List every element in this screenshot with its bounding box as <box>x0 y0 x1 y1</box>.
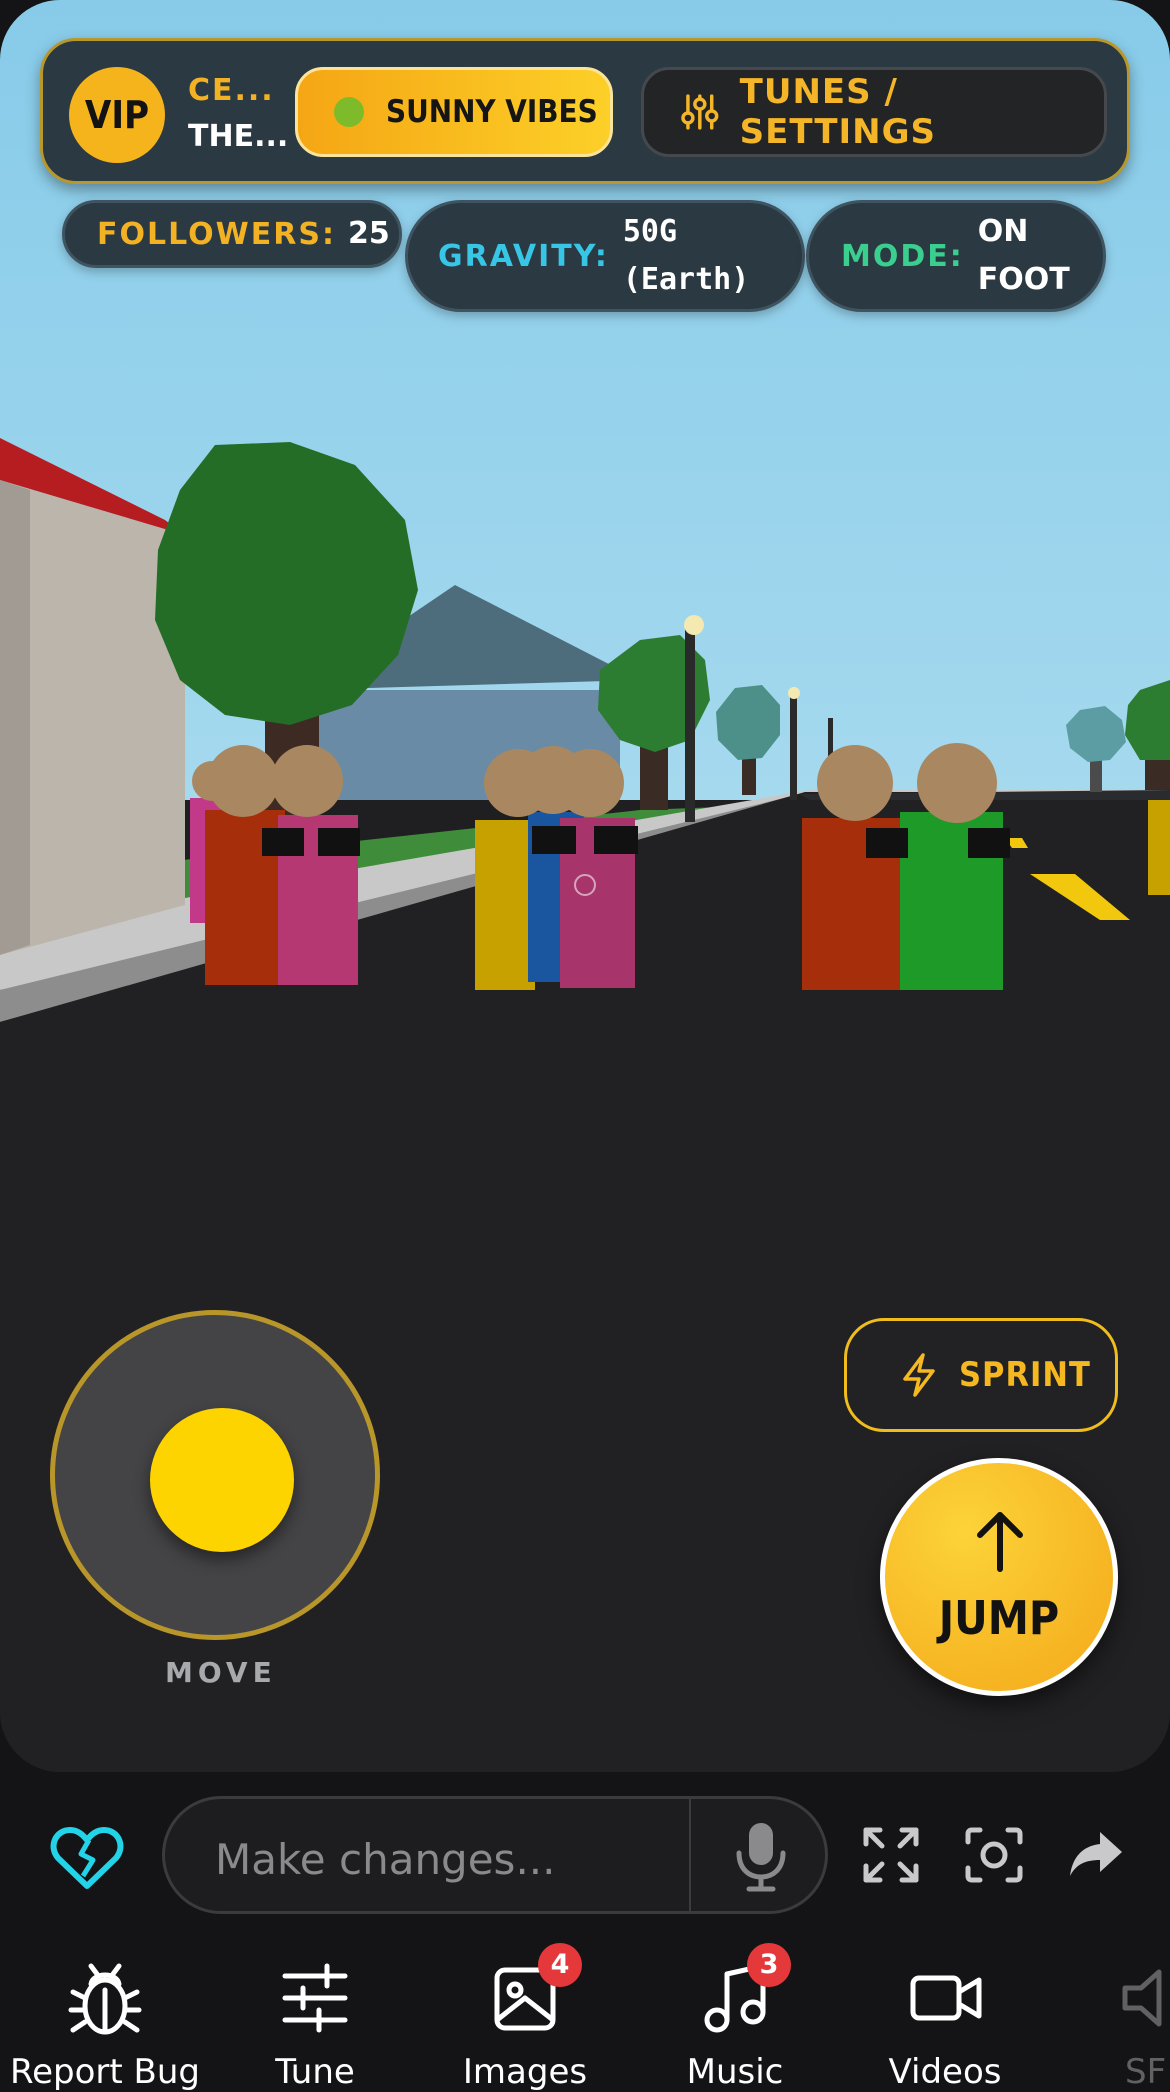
mode-key: MODE: <box>841 238 964 274</box>
sprint-label: SPRINT <box>959 1355 1091 1395</box>
image-icon <box>494 1967 556 2031</box>
input-divider <box>689 1799 691 1911</box>
gravity-value: 50G (Earth) <box>623 208 749 304</box>
followers-key: FOLLOWERS: <box>97 216 336 252</box>
nav-label-report-bug: Report Bug <box>10 2052 200 2092</box>
nav-label-tune: Tune <box>275 2052 355 2092</box>
vip-badge[interactable]: VIP <box>69 67 165 163</box>
images-badge: 4 <box>538 1943 582 1987</box>
microphone-icon[interactable] <box>735 1821 787 1893</box>
broken-heart-icon[interactable] <box>50 1826 124 1892</box>
video-icon <box>910 1975 982 2021</box>
nav-label-sf: SF <box>1125 2052 1167 2092</box>
gravity-value-line1: 50G <box>622 214 678 249</box>
fullscreen-icon[interactable] <box>862 1826 920 1884</box>
music-icon <box>704 1963 766 2033</box>
jump-label: JUMP <box>938 1591 1060 1645</box>
tunes-settings-label: TUNES / SETTINGS <box>739 72 937 152</box>
speaker-icon <box>1122 1969 1162 2027</box>
lightning-icon <box>903 1353 935 1397</box>
jump-button[interactable]: JUMP <box>880 1458 1118 1696</box>
mode-value-line1: ON <box>977 214 1029 249</box>
prompt-input[interactable]: Make changes... <box>162 1796 828 1914</box>
gravity-key: GRAVITY: <box>438 238 609 274</box>
bug-icon <box>68 1963 142 2035</box>
game-viewport[interactable]: VIP CE... THE... SUNNY VIBES TUNES / SET… <box>0 0 1170 1772</box>
bottom-nav: Report Bug Tune 4 Images 3 Music Videos … <box>0 1942 1170 2092</box>
sprint-button[interactable]: SPRINT <box>844 1318 1118 1432</box>
nav-label-videos: Videos <box>888 2052 1002 2092</box>
screenshot-icon[interactable] <box>964 1826 1024 1884</box>
weather-status-dot <box>334 97 364 127</box>
tunes-settings-button[interactable]: TUNES / SETTINGS <box>641 67 1107 157</box>
gravity-stat: GRAVITY: 50G (Earth) <box>405 200 805 312</box>
weather-label: SUNNY VIBES <box>386 94 598 130</box>
game-title-line1: CE... <box>188 73 275 108</box>
move-label: MOVE <box>165 1656 277 1689</box>
nav-label-music: Music <box>686 2052 784 2092</box>
followers-value: 25 <box>347 216 390 251</box>
sliders-icon <box>282 1963 348 2033</box>
npc-group-1 <box>190 745 360 985</box>
lamp-post <box>685 625 695 822</box>
music-badge: 3 <box>747 1943 791 1987</box>
weather-button[interactable]: SUNNY VIBES <box>295 67 613 157</box>
mode-value-line2: FOOT <box>977 262 1070 297</box>
followers-stat: FOLLOWERS: 25 <box>62 200 402 268</box>
crosshair <box>574 874 596 896</box>
game-title-line2: THE... <box>188 119 289 154</box>
joystick-knob[interactable] <box>150 1408 294 1552</box>
mode-stat: MODE: ON FOOT <box>806 200 1106 312</box>
prompt-placeholder: Make changes... <box>215 1835 556 1884</box>
arrow-up-icon <box>977 1512 1023 1572</box>
mode-value: ON FOOT <box>978 208 1070 304</box>
npc-group-2 <box>475 746 638 990</box>
share-icon[interactable] <box>1068 1830 1124 1880</box>
gravity-value-line2: (Earth) <box>622 262 750 297</box>
sliders-icon <box>681 94 719 130</box>
top-hud: VIP CE... THE... SUNNY VIBES TUNES / SET… <box>40 38 1130 184</box>
nav-label-images: Images <box>462 2052 588 2092</box>
